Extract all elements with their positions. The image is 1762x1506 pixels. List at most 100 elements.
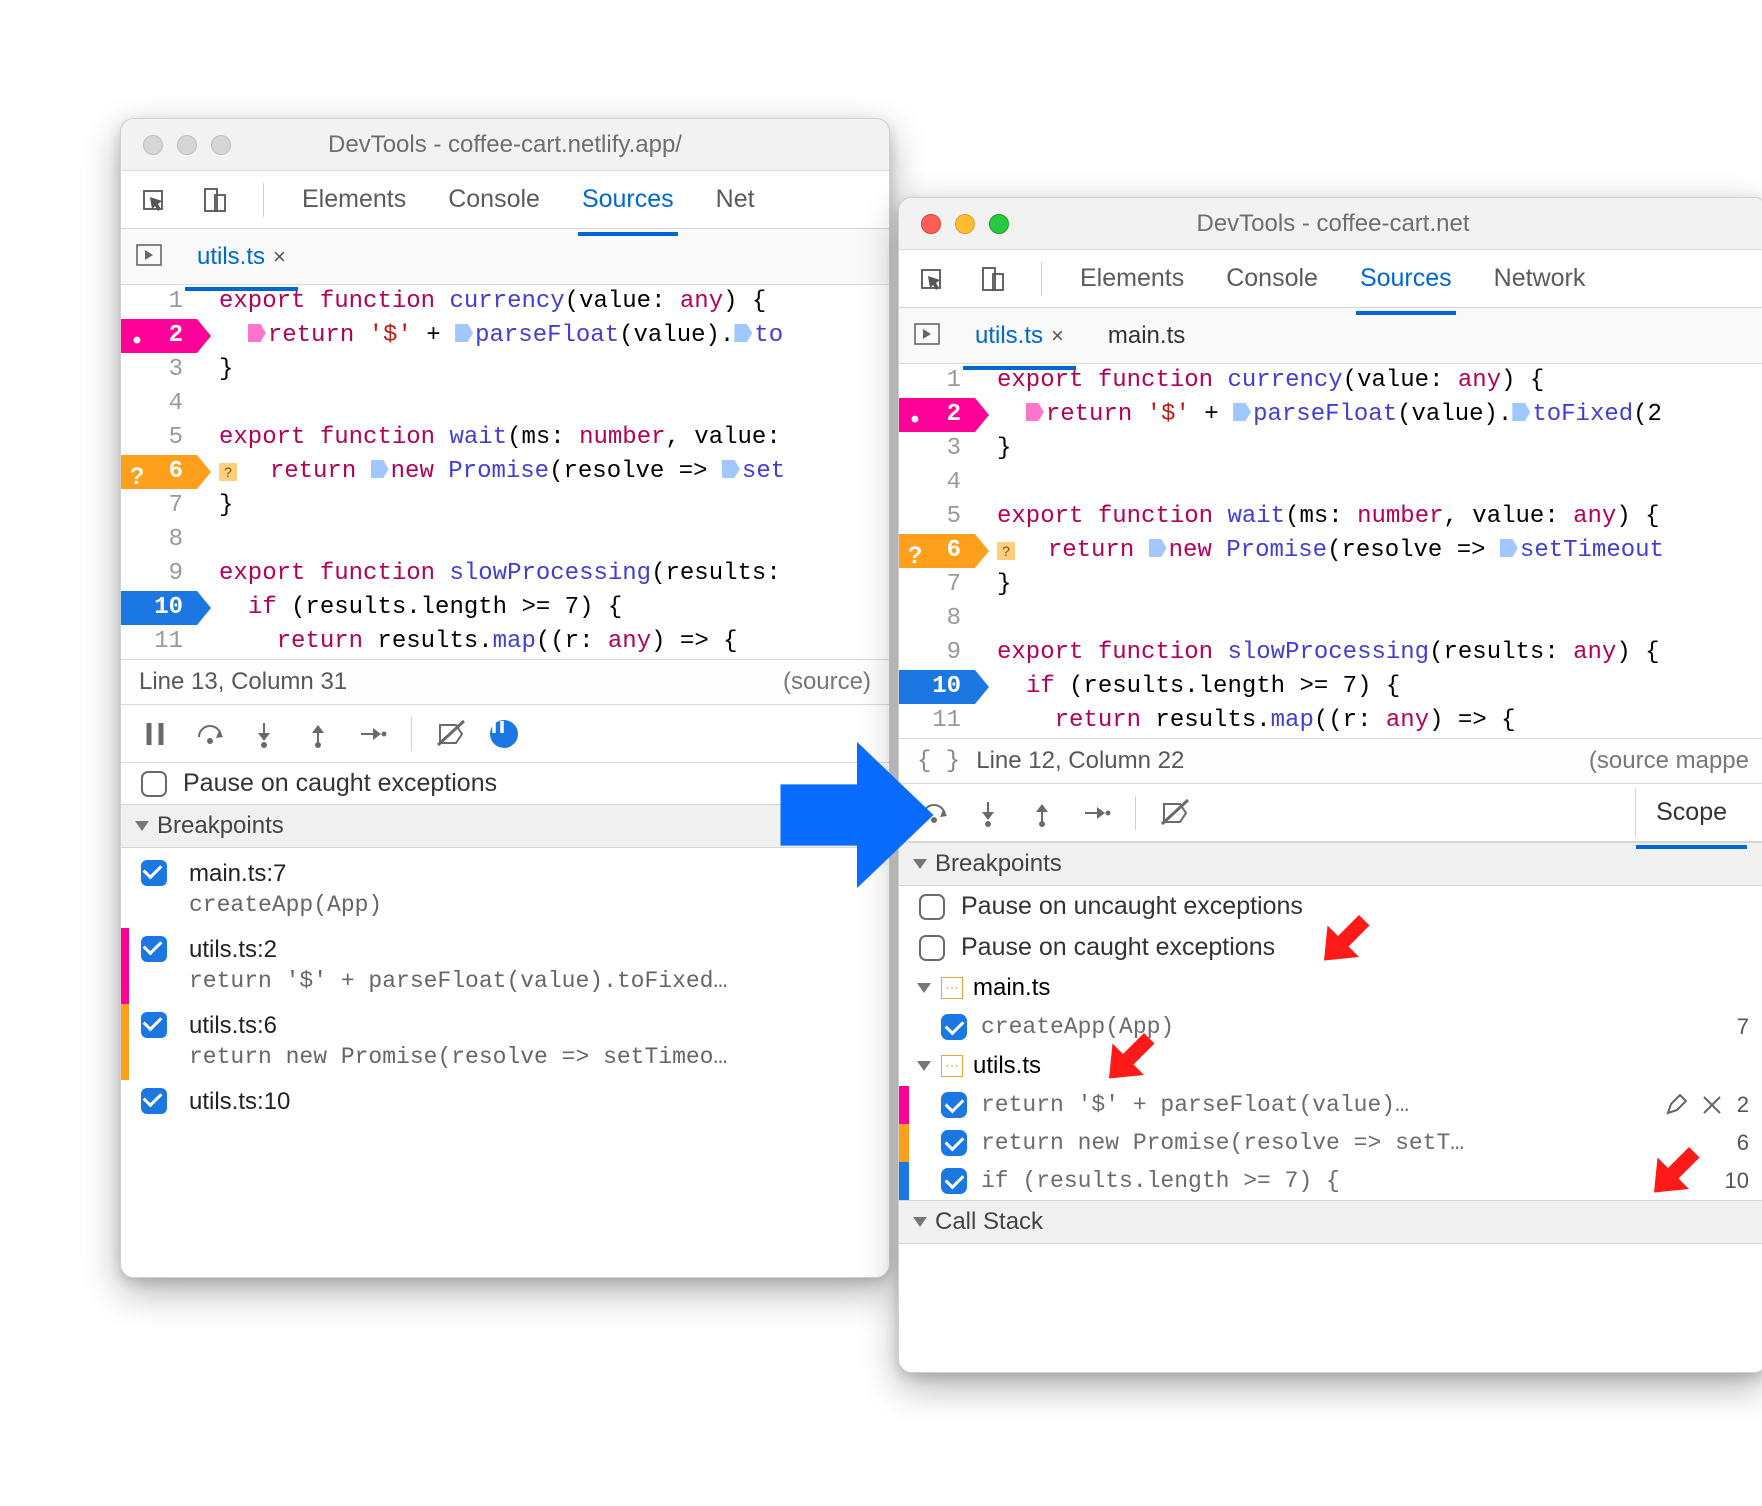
- code-line[interactable]: return new Promise(resolve => set: [219, 455, 889, 489]
- breakpoint-row[interactable]: utils.ts:2return '$' + parseFloat(value)…: [121, 928, 889, 1004]
- breakpoint-checkbox[interactable]: [141, 860, 167, 886]
- deactivate-breakpoints-icon[interactable]: [1160, 798, 1190, 828]
- code-editor[interactable]: 1234567891011 export function currency(v…: [899, 364, 1762, 738]
- tab-console[interactable]: Console: [1222, 254, 1322, 303]
- tab-elements[interactable]: Elements: [298, 175, 410, 224]
- gutter-line[interactable]: 5: [899, 500, 975, 534]
- zoom-window-icon[interactable]: [211, 135, 231, 155]
- breakpoint-checkbox[interactable]: [141, 1012, 167, 1038]
- pause-on-exceptions-icon[interactable]: [490, 720, 518, 748]
- close-tab-icon[interactable]: ×: [1051, 323, 1064, 349]
- navigator-toggle-icon[interactable]: [135, 243, 163, 271]
- breakpoint-checkbox[interactable]: [141, 936, 167, 962]
- code-line[interactable]: return new Promise(resolve => setTimeout: [997, 534, 1762, 568]
- code-line[interactable]: }: [997, 432, 1762, 466]
- code-line[interactable]: }: [219, 489, 889, 523]
- gutter-line[interactable]: 2: [121, 319, 197, 353]
- gutter-line[interactable]: 6: [121, 455, 197, 489]
- tab-sources[interactable]: Sources: [1356, 254, 1456, 303]
- breakpoint-checkbox[interactable]: [941, 1014, 967, 1040]
- breakpoint-row[interactable]: return new Promise(resolve => setT…6: [899, 1124, 1762, 1162]
- gutter-line[interactable]: 8: [121, 523, 197, 557]
- breakpoints-header[interactable]: Breakpoints: [899, 842, 1762, 886]
- tab-network[interactable]: Network: [1490, 254, 1590, 303]
- step-over-icon[interactable]: [195, 719, 225, 749]
- code-line[interactable]: export function wait(ms: number, value:: [219, 421, 889, 455]
- step-icon[interactable]: [1081, 798, 1111, 828]
- code-line[interactable]: return '$' + parseFloat(value).toFixed(2: [997, 398, 1762, 432]
- checkbox[interactable]: [141, 771, 167, 797]
- callstack-header[interactable]: Call Stack: [899, 1200, 1762, 1244]
- gutter-line[interactable]: 11: [121, 625, 197, 659]
- gutter-line[interactable]: 10: [899, 670, 975, 704]
- code-line[interactable]: export function slowProcessing(results:: [219, 557, 889, 591]
- gutter-line[interactable]: 5: [121, 421, 197, 455]
- edit-icon[interactable]: [1665, 1094, 1687, 1116]
- gutter-line[interactable]: 4: [899, 466, 975, 500]
- breakpoint-row[interactable]: utils.ts:10: [121, 1080, 889, 1126]
- file-tab-utils[interactable]: utils.ts ×: [957, 314, 1082, 358]
- breakpoint-checkbox[interactable]: [941, 1168, 967, 1194]
- close-window-icon[interactable]: [921, 214, 941, 234]
- tab-elements[interactable]: Elements: [1076, 254, 1188, 303]
- pause-icon[interactable]: [141, 719, 171, 749]
- deactivate-breakpoints-icon[interactable]: [436, 719, 466, 749]
- gutter-line[interactable]: 8: [899, 602, 975, 636]
- breakpoint-row[interactable]: if (results.length >= 7) {10: [899, 1162, 1762, 1200]
- code-line[interactable]: [997, 466, 1762, 500]
- step-into-icon[interactable]: [249, 719, 279, 749]
- breakpoint-checkbox[interactable]: [941, 1092, 967, 1118]
- tab-network[interactable]: Net: [712, 175, 759, 224]
- gutter-line[interactable]: 10: [121, 591, 197, 625]
- code-line[interactable]: [219, 387, 889, 421]
- code-line[interactable]: return results.map((r: any) => {: [219, 625, 889, 659]
- breakpoint-checkbox[interactable]: [141, 1088, 167, 1114]
- close-window-icon[interactable]: [143, 135, 163, 155]
- code-line[interactable]: return results.map((r: any) => {: [997, 704, 1762, 738]
- breakpoint-row[interactable]: return '$' + parseFloat(value)…2: [899, 1086, 1762, 1124]
- gutter-line[interactable]: 2: [899, 398, 975, 432]
- code-line[interactable]: export function wait(ms: number, value: …: [997, 500, 1762, 534]
- window-titlebar[interactable]: DevTools - coffee-cart.netlify.app/: [121, 119, 889, 171]
- gutter-line[interactable]: 3: [899, 432, 975, 466]
- gutter-line[interactable]: 6: [899, 534, 975, 568]
- gutter-line[interactable]: 1: [899, 364, 975, 398]
- breakpoint-group-header[interactable]: ⋯utils.ts: [899, 1046, 1762, 1086]
- code-line[interactable]: [219, 523, 889, 557]
- step-icon[interactable]: [357, 719, 387, 749]
- gutter-line[interactable]: 7: [121, 489, 197, 523]
- step-out-icon[interactable]: [1027, 798, 1057, 828]
- navigator-toggle-icon[interactable]: [913, 322, 941, 350]
- file-tab-utils[interactable]: utils.ts ×: [179, 235, 304, 279]
- step-out-icon[interactable]: [303, 719, 333, 749]
- zoom-window-icon[interactable]: [989, 214, 1009, 234]
- gutter-line[interactable]: 9: [899, 636, 975, 670]
- minimize-window-icon[interactable]: [955, 214, 975, 234]
- window-titlebar[interactable]: DevTools - coffee-cart.net: [899, 198, 1762, 250]
- tab-console[interactable]: Console: [444, 175, 544, 224]
- step-into-icon[interactable]: [973, 798, 1003, 828]
- gutter-line[interactable]: 9: [121, 557, 197, 591]
- gutter-line[interactable]: 1: [121, 285, 197, 319]
- code-line[interactable]: export function currency(value: any) {: [219, 285, 889, 319]
- checkbox[interactable]: [919, 935, 945, 961]
- code-line[interactable]: export function currency(value: any) {: [997, 364, 1762, 398]
- code-editor[interactable]: 1234567891011 export function currency(v…: [121, 285, 889, 659]
- window-traffic-lights[interactable]: [921, 214, 1009, 234]
- gutter-line[interactable]: 3: [121, 353, 197, 387]
- device-toggle-icon[interactable]: [201, 186, 229, 214]
- tab-sources[interactable]: Sources: [578, 175, 678, 224]
- code-line[interactable]: }: [219, 353, 889, 387]
- minimize-window-icon[interactable]: [177, 135, 197, 155]
- window-traffic-lights[interactable]: [143, 135, 231, 155]
- gutter-line[interactable]: 4: [121, 387, 197, 421]
- code-line[interactable]: }: [997, 568, 1762, 602]
- scope-tab[interactable]: Scope: [1635, 788, 1747, 837]
- inspect-icon[interactable]: [917, 265, 945, 293]
- breakpoint-checkbox[interactable]: [941, 1130, 967, 1156]
- remove-icon[interactable]: [1701, 1094, 1723, 1116]
- device-toggle-icon[interactable]: [979, 265, 1007, 293]
- file-tab-main[interactable]: main.ts: [1090, 314, 1203, 358]
- inspect-icon[interactable]: [139, 186, 167, 214]
- gutter-line[interactable]: 7: [899, 568, 975, 602]
